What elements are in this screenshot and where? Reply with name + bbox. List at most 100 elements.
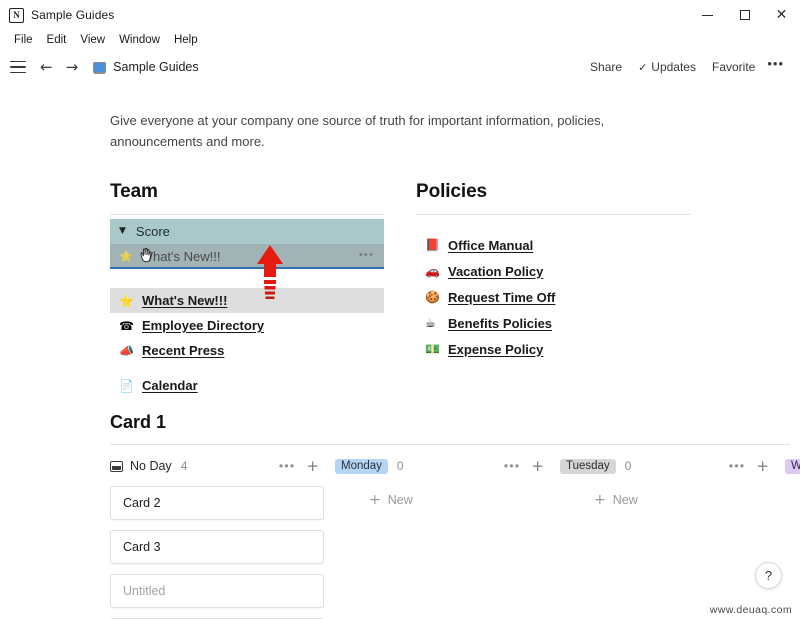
column-more-icon[interactable]: ••• xyxy=(729,460,746,472)
board-divider xyxy=(110,444,790,445)
policies-link-list: 📕 Office Manual 🚗 Vacation Policy 🍪 Requ… xyxy=(416,232,691,362)
megaphone-icon: 📣 xyxy=(119,343,134,358)
board-card-title: Card 3 xyxy=(123,540,161,554)
grab-hand-cursor-icon xyxy=(138,247,153,263)
policies-heading: Policies xyxy=(416,181,488,202)
team-link-list: ⭐ What's New!!! ☎ Employee Directory 📣 R… xyxy=(110,288,384,398)
list-item[interactable]: 💵 Expense Policy xyxy=(416,336,691,362)
list-item[interactable]: 📣 Recent Press xyxy=(110,338,384,363)
add-new-label: New xyxy=(612,493,638,507)
score-toggle-block[interactable]: ▼ Score xyxy=(110,219,384,244)
column-more-icon[interactable]: ••• xyxy=(279,460,296,472)
breadcrumb[interactable]: Sample Guides xyxy=(113,60,198,74)
board-column-header: W xyxy=(785,456,800,476)
forward-arrow-icon[interactable]: → xyxy=(66,59,79,75)
app-toolbar: ← → Sample Guides Share Updates Favorite… xyxy=(0,52,800,82)
board-card[interactable]: Card 2 xyxy=(110,486,324,520)
column-more-icon[interactable]: ••• xyxy=(504,460,521,472)
board-title[interactable]: Card 1 xyxy=(110,412,800,433)
two-column-section: Team ▼ Score ⭐ What's New!!! ••• ⭐ What'… xyxy=(110,181,800,398)
board-column-actions: ••• + xyxy=(279,458,319,474)
inbox-icon xyxy=(110,460,123,472)
title-bar: N Sample Guides ✕ xyxy=(0,0,800,30)
board-column-actions: ••• + xyxy=(729,458,769,474)
board-column-header: Monday 0 ••• + xyxy=(335,456,560,476)
team-column: Team ▼ Score ⭐ What's New!!! ••• ⭐ What'… xyxy=(110,181,384,398)
board-section: Card 1 No Day 4 ••• + Card 2 Card 3 Unti… xyxy=(110,412,800,619)
board-column-count: 0 xyxy=(396,459,404,473)
list-item[interactable]: ⭐ What's New!!! xyxy=(110,288,384,313)
column-add-icon[interactable]: + xyxy=(756,458,769,474)
list-item-label[interactable]: What's New!!! xyxy=(142,293,227,308)
minimize-button[interactable] xyxy=(689,0,726,30)
list-item-label[interactable]: Benefits Policies xyxy=(448,316,552,331)
menu-edit[interactable]: Edit xyxy=(40,30,74,50)
updates-button[interactable]: Updates xyxy=(630,57,704,78)
menu-file[interactable]: File xyxy=(7,30,40,50)
board-card[interactable]: Untitled xyxy=(110,574,324,608)
laptop-emoji-icon xyxy=(93,61,107,73)
board-column-no-day: No Day 4 ••• + Card 2 Card 3 Untitled xyxy=(110,456,335,619)
add-new-card-button[interactable]: + New xyxy=(560,493,785,507)
money-icon: 💵 xyxy=(425,342,440,356)
list-item-label[interactable]: Vacation Policy xyxy=(448,264,543,279)
board-column-actions: ••• + xyxy=(504,458,544,474)
board-column-tag: Monday xyxy=(335,458,388,474)
star-icon: ⭐ xyxy=(119,249,133,263)
board-column-count: 4 xyxy=(180,459,188,473)
list-item-label[interactable]: Recent Press xyxy=(142,343,224,358)
list-item[interactable]: 🍪 Request Time Off xyxy=(416,284,691,310)
star-icon: ⭐ xyxy=(119,293,134,308)
maximize-button[interactable] xyxy=(726,0,763,30)
back-arrow-icon[interactable]: ← xyxy=(40,59,53,75)
column-add-icon[interactable]: + xyxy=(531,458,544,474)
board-column-count: 0 xyxy=(624,459,632,473)
more-options-icon[interactable]: ••• xyxy=(763,57,790,75)
list-item-label[interactable]: Expense Policy xyxy=(448,342,543,357)
hamburger-icon[interactable] xyxy=(10,61,26,73)
menu-view[interactable]: View xyxy=(73,30,112,50)
notion-app-icon: N xyxy=(9,7,24,23)
list-item[interactable]: ☎ Employee Directory xyxy=(110,313,384,338)
plus-icon: + xyxy=(594,492,606,508)
menu-help[interactable]: Help xyxy=(167,30,205,50)
toolbar-actions: Share Updates Favorite ••• xyxy=(582,57,790,78)
list-item[interactable]: 📕 Office Manual xyxy=(416,232,691,258)
window-title: Sample Guides xyxy=(31,8,115,22)
list-item-label[interactable]: Request Time Off xyxy=(448,290,555,305)
window-controls: ✕ xyxy=(689,0,800,30)
score-toggle-label: Score xyxy=(135,224,170,239)
list-item-label[interactable]: Office Manual xyxy=(448,238,533,253)
coffee-icon: ☕ xyxy=(425,316,436,330)
board-column-tag: W xyxy=(785,458,800,474)
plus-icon: + xyxy=(369,492,381,508)
list-item-label[interactable]: Calendar xyxy=(142,378,198,393)
page-intro-text: Give everyone at your company one source… xyxy=(110,113,605,149)
chevron-down-icon[interactable]: ▼ xyxy=(119,227,126,236)
cookie-icon: 🍪 xyxy=(425,290,440,304)
menu-window[interactable]: Window xyxy=(112,30,167,50)
list-item[interactable]: 🚗 Vacation Policy xyxy=(416,258,691,284)
add-new-card-button[interactable]: + New xyxy=(335,493,560,507)
help-button[interactable]: ? xyxy=(755,562,782,589)
list-item[interactable]: ☕ Benefits Policies xyxy=(416,310,691,336)
menu-bar: File Edit View Window Help xyxy=(0,30,800,50)
drag-target-row[interactable]: ⭐ What's New!!! ••• xyxy=(110,244,384,269)
share-button[interactable]: Share xyxy=(582,57,630,77)
column-add-icon[interactable]: + xyxy=(306,458,319,474)
board-column-wednesday: W + xyxy=(785,456,800,619)
add-new-label: New xyxy=(387,493,413,507)
list-item-label[interactable]: Employee Directory xyxy=(142,318,264,333)
add-new-card-button[interactable]: + xyxy=(785,493,800,507)
favorite-button[interactable]: Favorite xyxy=(704,57,763,77)
annotation-arrow-icon xyxy=(255,245,285,303)
page-icon: 📄 xyxy=(119,378,134,393)
car-icon: 🚗 xyxy=(425,264,440,278)
page-content: Give everyone at your company one source… xyxy=(0,82,800,619)
board-card[interactable]: Card 3 xyxy=(110,530,324,564)
board-column-monday: Monday 0 ••• + + New xyxy=(335,456,560,619)
list-item[interactable]: 📄 Calendar xyxy=(110,373,384,398)
board-card-title: Card 2 xyxy=(123,496,161,510)
close-button[interactable]: ✕ xyxy=(763,0,800,30)
row-more-icon[interactable]: ••• xyxy=(359,249,374,261)
